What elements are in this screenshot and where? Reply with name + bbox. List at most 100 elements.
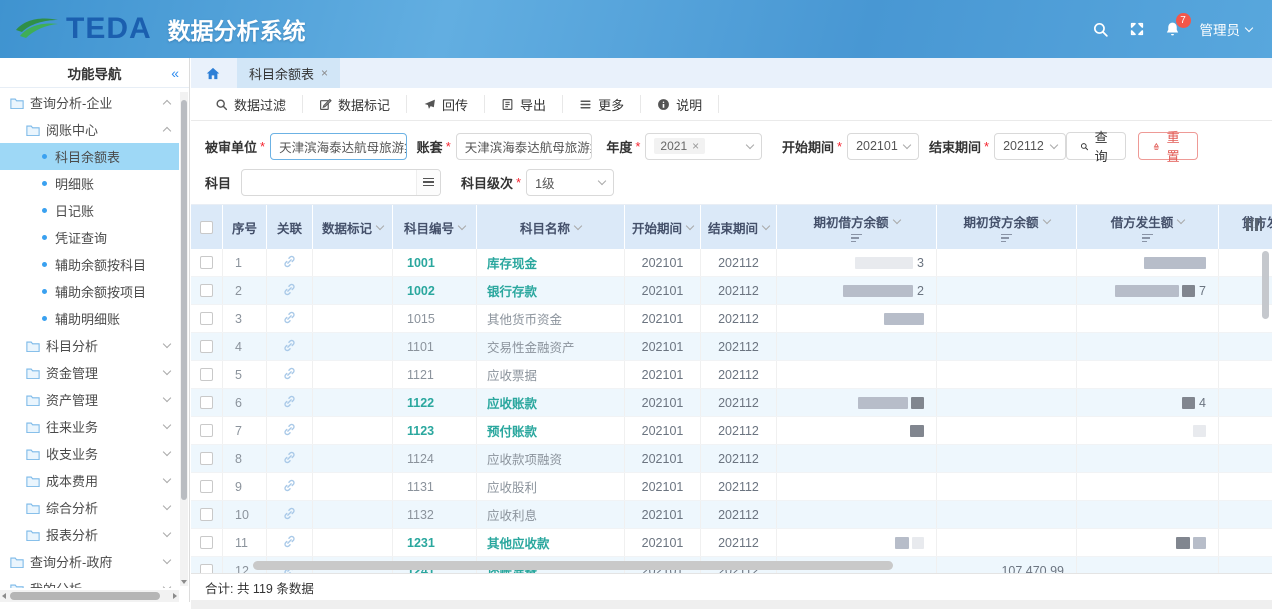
column-header-name[interactable]: 科目名称: [477, 205, 625, 249]
row-checkbox[interactable]: [200, 424, 213, 437]
row-checkbox[interactable]: [200, 256, 213, 269]
sidebar-collapse-icon[interactable]: «: [171, 65, 179, 81]
sidebar-item-日记账[interactable]: 日记账: [0, 197, 179, 224]
row-checkbox[interactable]: [200, 480, 213, 493]
link-icon[interactable]: [283, 395, 296, 411]
audited-unit-input[interactable]: 天津滨海泰达航母旅游集团股份: [270, 133, 407, 160]
cell-code[interactable]: 1122: [393, 389, 477, 416]
cell-sel[interactable]: [191, 277, 223, 304]
cell-name[interactable]: 银行存款: [477, 277, 625, 304]
column-filter-icon[interactable]: [1142, 234, 1153, 243]
sidebar-item-辅助余额按项目[interactable]: 辅助余额按项目: [0, 278, 179, 305]
cell-sel[interactable]: [191, 249, 223, 276]
sidebar-folder-科目分析[interactable]: 科目分析: [0, 332, 179, 359]
sidebar-folder-资产管理[interactable]: 资产管理: [0, 386, 179, 413]
link-icon[interactable]: [283, 535, 296, 551]
link-icon[interactable]: [283, 367, 296, 383]
sidebar-vertical-scrollbar[interactable]: [180, 92, 188, 586]
cell-sel[interactable]: [191, 501, 223, 528]
cell-sel[interactable]: [191, 529, 223, 556]
sidebar-folder-成本费用[interactable]: 成本费用: [0, 467, 179, 494]
query-button[interactable]: 查询: [1066, 132, 1126, 160]
year-select[interactable]: 2021 ×: [645, 133, 762, 160]
column-header-qjb[interactable]: 期初借方余额: [777, 205, 937, 249]
cell-link[interactable]: [267, 277, 313, 304]
select-all-checkbox[interactable]: [191, 205, 223, 249]
row-checkbox[interactable]: [200, 508, 213, 521]
link-icon[interactable]: [283, 283, 296, 299]
cell-link[interactable]: [267, 305, 313, 332]
cell-link[interactable]: [267, 501, 313, 528]
sidebar-item-凭证查询[interactable]: 凭证查询: [0, 224, 179, 251]
subject-picker-icon[interactable]: [416, 170, 440, 195]
row-checkbox[interactable]: [200, 452, 213, 465]
row-checkbox[interactable]: [200, 536, 213, 549]
sidebar-folder-收支业务[interactable]: 收支业务: [0, 440, 179, 467]
user-menu[interactable]: 管理员: [1200, 19, 1253, 39]
start-period-select[interactable]: 202101: [847, 133, 919, 160]
sidebar-item-明细账[interactable]: 明细账: [0, 170, 179, 197]
tag-close-icon[interactable]: ×: [692, 139, 699, 153]
column-header-jf[interactable]: 借方发生额: [1077, 205, 1219, 249]
notifications-bell-icon[interactable]: 7: [1164, 20, 1182, 38]
column-header-mark[interactable]: 数据标记: [313, 205, 393, 249]
row-checkbox[interactable]: [200, 368, 213, 381]
cell-link[interactable]: [267, 529, 313, 556]
cell-name[interactable]: 应收账款: [477, 389, 625, 416]
cell-link[interactable]: [267, 333, 313, 360]
tab-subject-balance[interactable]: 科目余额表 ×: [237, 58, 340, 88]
cell-link[interactable]: [267, 473, 313, 500]
column-header-end[interactable]: 结束期间: [701, 205, 777, 249]
account-book-input[interactable]: 天津滨海泰达航母旅游集团股份: [456, 133, 593, 160]
cell-sel[interactable]: [191, 333, 223, 360]
link-icon[interactable]: [283, 311, 296, 327]
toolbar-button-send[interactable]: 回传: [407, 95, 485, 113]
cell-code[interactable]: 1231: [393, 529, 477, 556]
toolbar-button-info[interactable]: 说明: [641, 95, 719, 113]
sidebar-folder-查询分析-政府[interactable]: 查询分析-政府: [0, 548, 179, 575]
cell-sel[interactable]: [191, 473, 223, 500]
cell-code[interactable]: 1002: [393, 277, 477, 304]
cell-code[interactable]: 1001: [393, 249, 477, 276]
cell-sel[interactable]: [191, 417, 223, 444]
sidebar-item-辅助余额按科目[interactable]: 辅助余额按科目: [0, 251, 179, 278]
sidebar-folder-阅账中心[interactable]: 阅账中心: [0, 116, 179, 143]
row-checkbox[interactable]: [200, 312, 213, 325]
link-icon[interactable]: [283, 507, 296, 523]
cell-link[interactable]: [267, 249, 313, 276]
cell-link[interactable]: [267, 389, 313, 416]
column-filter-icon[interactable]: [1001, 234, 1012, 243]
cell-sel[interactable]: [191, 361, 223, 388]
sidebar-folder-综合分析[interactable]: 综合分析: [0, 494, 179, 521]
sidebar-folder-往来业务[interactable]: 往来业务: [0, 413, 179, 440]
column-filter-icon[interactable]: [851, 234, 862, 243]
fullscreen-icon[interactable]: [1128, 20, 1146, 38]
subject-level-select[interactable]: 1级: [526, 169, 614, 196]
link-icon[interactable]: [283, 339, 296, 355]
cell-link[interactable]: [267, 361, 313, 388]
sidebar-item-科目余额表[interactable]: 科目余额表: [0, 143, 179, 170]
cell-link[interactable]: [267, 417, 313, 444]
cell-name[interactable]: 其他应收款: [477, 529, 625, 556]
cell-name[interactable]: 预付账款: [477, 417, 625, 444]
column-settings-icon[interactable]: [1246, 218, 1262, 231]
toolbar-button-search[interactable]: 数据过滤: [199, 95, 303, 113]
toolbar-button-edit[interactable]: 数据标记: [303, 95, 407, 113]
sidebar-horizontal-scrollbar[interactable]: [0, 590, 179, 602]
column-header-qjd[interactable]: 期初贷方余额: [937, 205, 1077, 249]
toolbar-button-menu[interactable]: 更多: [563, 95, 641, 113]
home-icon[interactable]: [205, 66, 221, 81]
row-checkbox[interactable]: [200, 284, 213, 297]
link-icon[interactable]: [283, 479, 296, 495]
sidebar-item-辅助明细账[interactable]: 辅助明细账: [0, 305, 179, 332]
cell-sel[interactable]: [191, 305, 223, 332]
cell-name[interactable]: 库存现金: [477, 249, 625, 276]
cell-sel[interactable]: [191, 389, 223, 416]
link-icon[interactable]: [283, 423, 296, 439]
end-period-select[interactable]: 202112: [994, 133, 1066, 160]
table-vertical-scrollbar[interactable]: [1262, 251, 1269, 319]
row-checkbox[interactable]: [200, 396, 213, 409]
sidebar-folder-我的分析[interactable]: 我的分析: [0, 575, 179, 588]
table-horizontal-scrollbar[interactable]: [253, 561, 893, 570]
sidebar-folder-资金管理[interactable]: 资金管理: [0, 359, 179, 386]
